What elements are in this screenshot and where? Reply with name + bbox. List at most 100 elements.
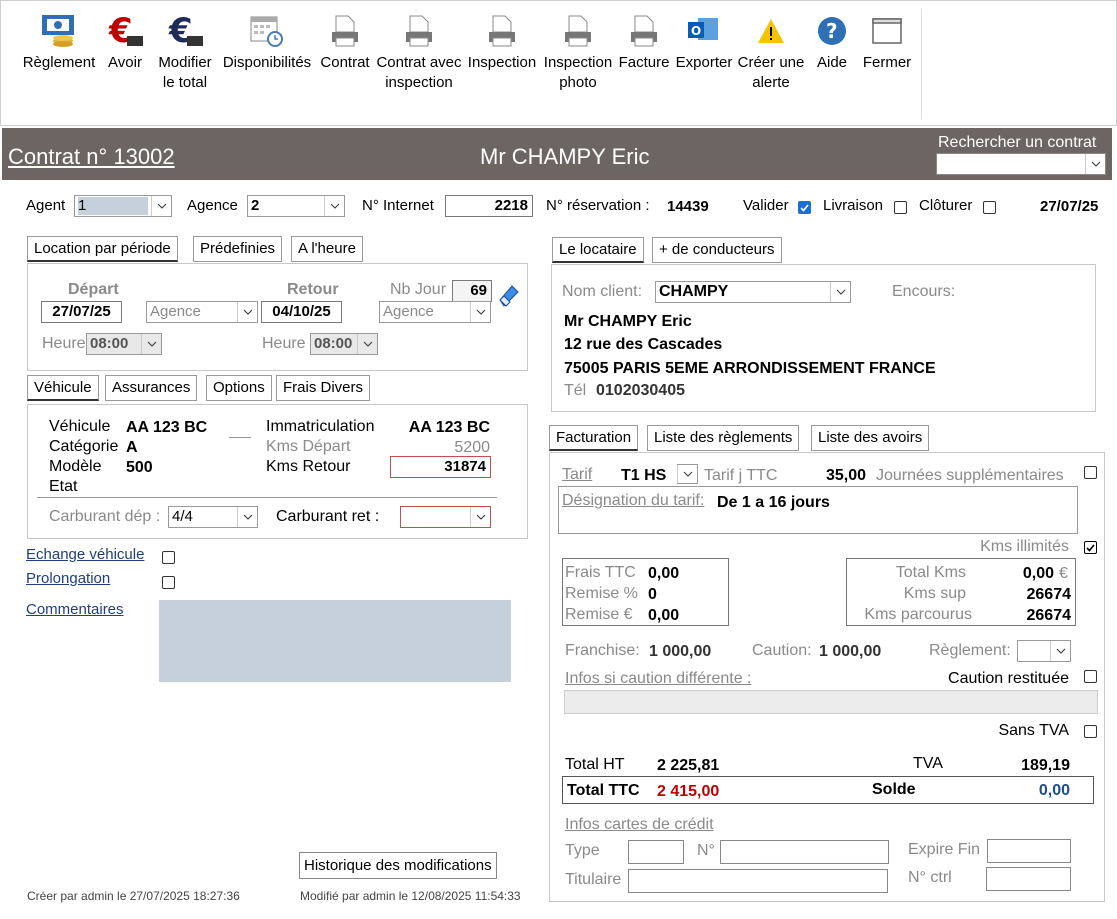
kms-ret-field[interactable]: 31874 [390,456,491,478]
retour-date-field[interactable]: 04/10/25 [261,301,342,323]
facture-button[interactable]: Facture [617,11,671,73]
disponibilites-button[interactable]: Disponibilités [219,11,315,73]
ctrl-field[interactable] [986,867,1071,891]
printer-icon [631,15,657,47]
franchise-label: Franchise: [565,642,640,659]
toolbar-label: Exporter [675,54,733,71]
reglement-select[interactable] [1017,640,1071,662]
modifier-total-button[interactable]: € Modifier le total [151,11,219,93]
echange-checkbox[interactable] [162,551,175,564]
cloturer-checkbox[interactable] [983,201,996,214]
infos-caution-field[interactable] [564,690,1098,714]
caution-restituee-checkbox[interactable] [1084,670,1097,683]
tarif-label[interactable]: Tarif [562,466,592,484]
inspection-photo-button[interactable]: Inspection photo [541,11,615,93]
titulaire-field[interactable] [628,869,888,893]
carb-ret-label: Carburant ret : [276,508,380,525]
eraser-icon[interactable] [498,284,520,310]
client-line-3: 75005 PARIS 5EME ARRONDISSEMENT FRANCE [564,360,936,377]
depart-place-select[interactable]: Agence [146,301,258,323]
agent-select[interactable]: 1 [74,195,172,217]
tab-facturation[interactable]: Facturation [549,425,639,451]
agence-select[interactable]: 2 [247,195,345,217]
historique-button[interactable]: Historique des modifications [299,852,497,879]
tab-conducteurs[interactable]: + de conducteurs [652,237,782,263]
contrat-button[interactable]: Contrat [317,11,373,73]
reglement-button[interactable]: Règlement [19,11,99,73]
journees-checkbox[interactable] [1084,466,1097,479]
chevron-down-icon [830,282,850,302]
agent-value: 1 [78,197,148,215]
commentaires-textarea[interactable] [159,600,511,682]
contract-header: Contrat n° 13002 Mr CHAMPY Eric Recherch… [2,128,1112,180]
tab-vehicule[interactable]: Véhicule [27,375,99,401]
inspection-button[interactable]: Inspection [465,11,539,73]
reglement-label: Règlement: [929,642,1011,659]
chevron-down-icon [1085,154,1105,174]
heure-dep-select[interactable]: 08:00 [86,333,162,355]
chevron-down-icon [237,507,257,527]
kms-parc-value: 26674 [1026,607,1072,624]
contrat-inspection-button[interactable]: Contrat avec inspection [375,11,463,93]
commentaires-link[interactable]: Commentaires [26,601,124,618]
tab-frais-divers[interactable]: Frais Divers [276,375,371,401]
heure-ret-label: Heure [262,335,306,352]
livraison-label: Livraison [823,197,884,214]
sans-tva-label: Sans TVA [998,722,1069,739]
retour-place-select[interactable]: Agence [379,301,491,323]
exporter-button[interactable]: O Exporter [673,11,735,73]
tva-value: 189,19 [1021,757,1070,774]
valider-checkbox[interactable] [798,201,811,214]
heure-ret-select[interactable]: 08:00 [310,333,378,355]
prolongation-checkbox[interactable] [162,576,175,589]
type-label: Type [565,842,600,859]
tab-location-periode[interactable]: Location par période [27,236,178,262]
contract-number[interactable]: Contrat n° 13002 [8,144,175,170]
creer-alerte-button[interactable]: Créer une alerte [737,11,805,93]
close-window-icon [872,18,902,44]
euro-credit-icon: € [108,12,143,50]
carb-ret-select[interactable] [400,506,491,528]
tab-assurances[interactable]: Assurances [105,375,198,401]
echange-vehicule-link[interactable]: Echange véhicule [26,546,144,563]
livraison-checkbox[interactable] [894,201,907,214]
client-line-1: Mr CHAMPY Eric [564,313,692,330]
tab-locataire[interactable]: Le locataire [552,237,644,263]
avoir-button[interactable]: € Avoir [101,11,149,73]
kms-illimites-checkbox[interactable] [1084,541,1097,554]
prolongation-link[interactable]: Prolongation [26,570,110,587]
tab-options[interactable]: Options [206,375,272,401]
infos-caution-label[interactable]: Infos si caution différente : [565,670,751,688]
caution-label: Caution: [752,642,812,659]
toolbar-label: Modifier le total [158,54,212,91]
heure-ret-value: 08:00 [314,335,353,352]
depart-date-field[interactable]: 27/07/25 [41,301,122,323]
sans-tva-checkbox[interactable] [1084,725,1097,738]
search-contract-select[interactable] [936,153,1106,175]
categorie-value: A [126,439,138,456]
kms-ret-label: Kms Retour [266,458,351,475]
journees-label: Journées supplémentaires [876,467,1064,484]
carb-dep-select[interactable]: 4/4 [168,506,258,528]
aide-button[interactable]: ? Aide [807,11,857,73]
nb-jour-field[interactable]: 69 [452,280,492,302]
internet-field[interactable]: 2218 [445,195,533,217]
created-info: Créer par admin le 27/07/2025 18:27:36 [27,889,240,903]
total-kms-value: 0,00 [1022,565,1054,582]
vehicle-divider [37,497,497,498]
titulaire-label: Titulaire [565,871,622,888]
toolbar-label: Créer une alerte [737,54,805,91]
tab-liste-avoirs[interactable]: Liste des avoirs [811,425,930,451]
expire-field[interactable] [987,839,1071,863]
tab-predefinies[interactable]: Prédefinies [193,236,283,262]
tab-liste-reglements[interactable]: Liste des règlements [647,425,800,451]
total-ttc-label: Total TTC [567,782,640,799]
cartes-label[interactable]: Infos cartes de crédit [565,816,714,834]
designation-value: De 1 a 16 jours [717,494,830,511]
fermer-button[interactable]: Fermer [859,11,915,73]
tarif-select[interactable] [677,464,698,484]
card-number-field[interactable] [720,840,889,864]
nom-client-select[interactable]: CHAMPY [655,281,851,303]
tab-a-l-heure[interactable]: A l'heure [291,236,363,262]
card-type-field[interactable] [628,840,684,864]
